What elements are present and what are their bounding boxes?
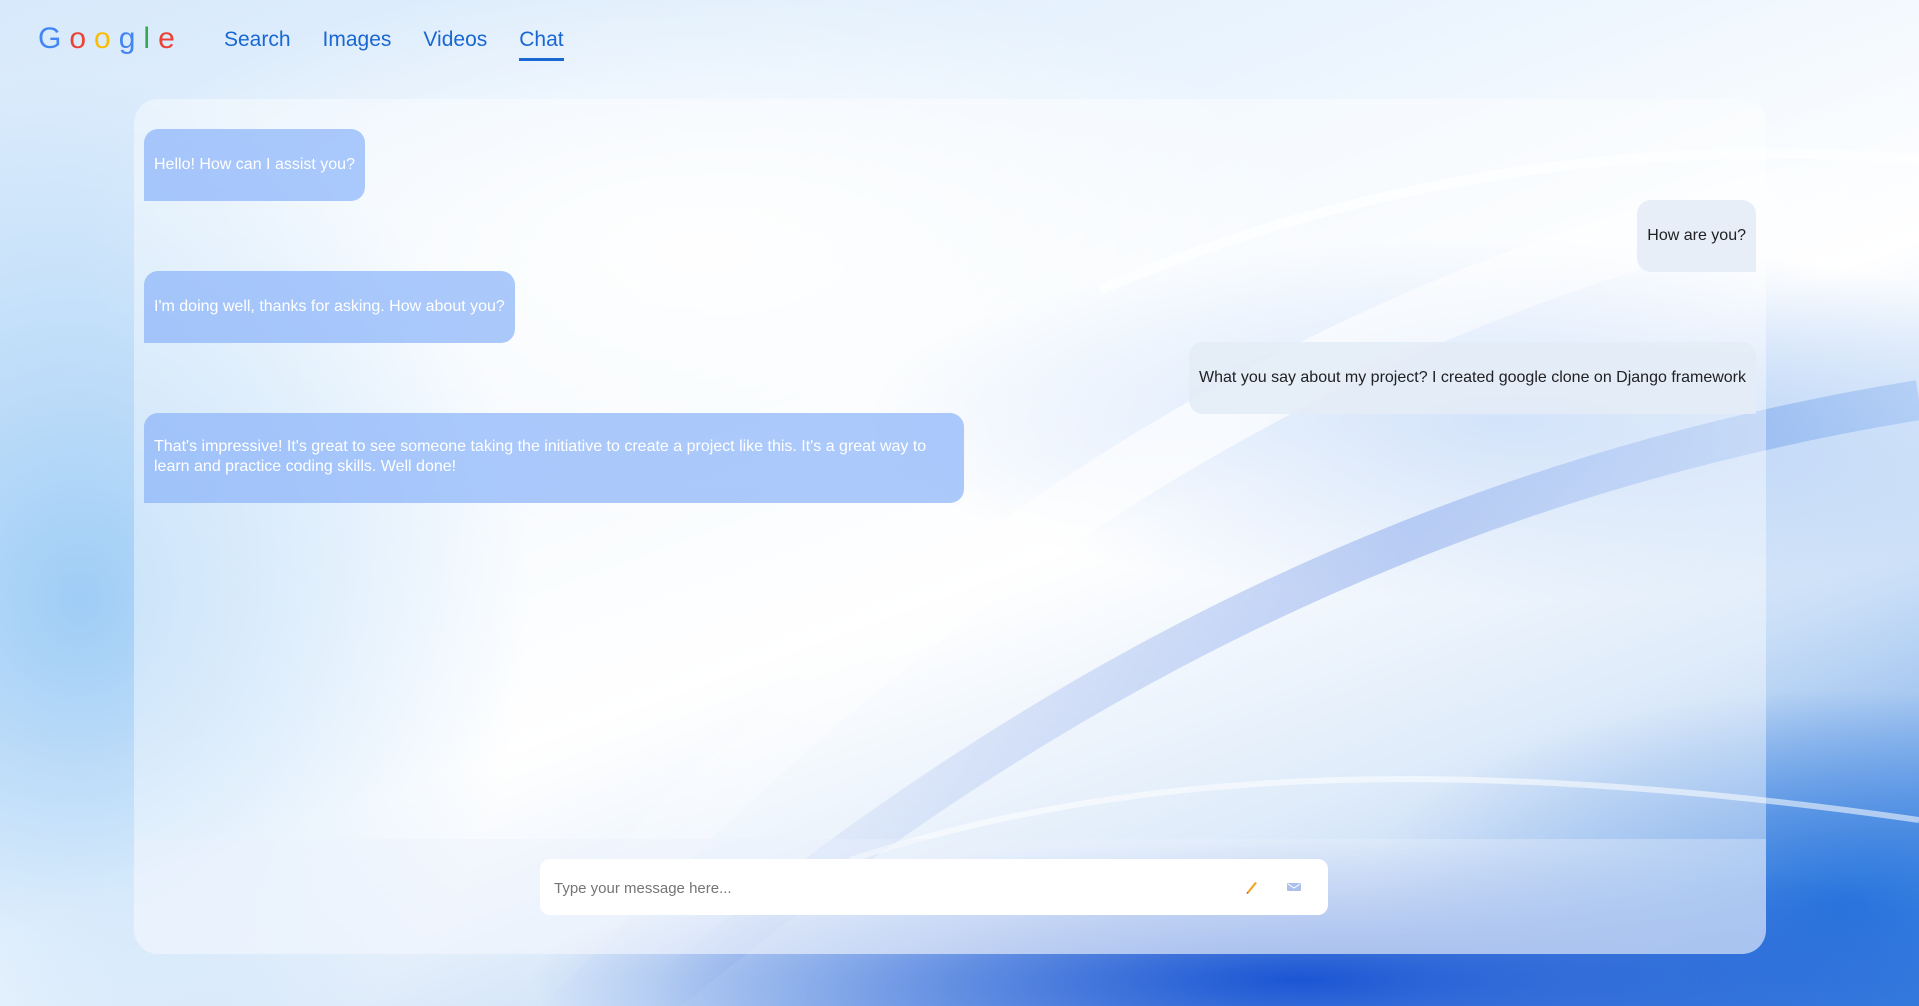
user-message-bubble: What you say about my project? I created… bbox=[1189, 342, 1756, 414]
logo-letter: e bbox=[158, 22, 183, 55]
nav-tab-videos[interactable]: Videos bbox=[423, 28, 487, 61]
chat-panel: Hello! How can I assist you? How are you?… bbox=[134, 99, 1766, 954]
bot-message-bubble: That's impressive! It's great to see som… bbox=[144, 413, 964, 503]
google-logo[interactable]: Google bbox=[38, 22, 183, 56]
pencil-icon[interactable] bbox=[1240, 875, 1264, 899]
user-message-bubble: How are you? bbox=[1637, 200, 1756, 272]
bot-message-bubble: I'm doing well, thanks for asking. How a… bbox=[144, 271, 515, 343]
top-navigation-bar: Google Search Images Videos Chat bbox=[0, 0, 1919, 80]
logo-letter: o bbox=[94, 22, 119, 55]
composer-area bbox=[134, 839, 1766, 954]
nav-tab-images[interactable]: Images bbox=[323, 28, 392, 61]
logo-letter: o bbox=[69, 22, 95, 55]
bot-message-bubble: Hello! How can I assist you? bbox=[144, 129, 365, 201]
main-nav: Search Images Videos Chat bbox=[224, 28, 564, 61]
logo-letter: G bbox=[38, 22, 70, 55]
message-input[interactable] bbox=[552, 859, 1236, 917]
send-icon[interactable] bbox=[1282, 875, 1306, 899]
message-input-box bbox=[540, 859, 1328, 917]
nav-tab-search[interactable]: Search bbox=[224, 28, 291, 61]
nav-tab-chat[interactable]: Chat bbox=[519, 28, 564, 61]
logo-letter: l bbox=[143, 22, 159, 55]
logo-letter: g bbox=[118, 22, 144, 55]
